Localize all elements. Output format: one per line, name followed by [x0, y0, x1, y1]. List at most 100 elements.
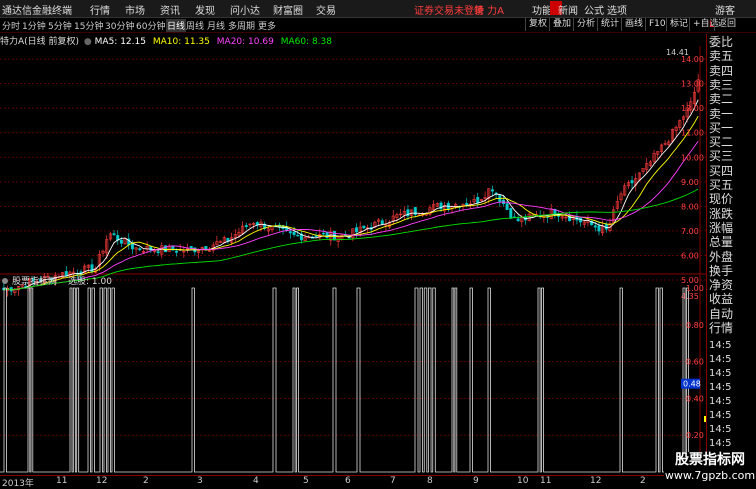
tab-intraday[interactable]: 分时 — [2, 19, 20, 32]
quote-label: 净资 — [709, 278, 734, 293]
candle-body — [630, 180, 634, 184]
menu-function[interactable]: 功能 — [532, 2, 552, 17]
quote-label[interactable]: 自动 — [709, 307, 733, 321]
high-price-label: 14.41 — [666, 48, 689, 57]
indicator-value: 选股: 1.00 — [68, 275, 112, 287]
indicator-panel — [0, 287, 700, 473]
quote-label: 换手 — [709, 263, 734, 278]
candle-body — [465, 203, 469, 206]
tick-time: 14:5 — [709, 396, 732, 407]
app-title: 通达信金融终端 — [2, 6, 72, 17]
analyze-button[interactable]: 分析 — [573, 18, 598, 31]
quote-label: 买五 — [709, 178, 734, 192]
tab-multi-period[interactable]: 多周期 — [228, 19, 255, 32]
candle-body — [156, 251, 160, 254]
watermark-title: 股票指标网 — [675, 452, 745, 468]
quote-label: 买二 — [709, 135, 734, 150]
overlay-button[interactable]: 叠加 — [549, 18, 574, 31]
price-tick: 8.00 — [681, 202, 699, 211]
quote-side-panel: 委比 卖五 卖四 卖三 卖二 卖一 买一 买二 买三 买四 买五 现价 涨跌 涨幅 总量 外盘 换手 净资 收益 自动… — [706, 20, 756, 487]
time-tick: 12 — [96, 476, 108, 486]
quote-label: 外盘 — [709, 249, 734, 264]
tick-time: 14:5 — [709, 410, 732, 421]
stock-name: 特 力A — [474, 6, 505, 17]
candle-body — [314, 235, 318, 238]
indicator-tick: 0.40 — [686, 394, 704, 403]
indicator-tick: 1.00 — [686, 284, 704, 293]
indicator-tick: 0.60 — [686, 358, 704, 367]
quote-label: 卖三 — [709, 77, 734, 92]
quote-label: 卖四 — [709, 63, 734, 78]
candle-body — [321, 232, 325, 235]
indicator-current-value: 0.48 — [683, 380, 701, 389]
tab-15min[interactable]: 15分钟 — [74, 19, 103, 32]
price-tick: 11.00 — [681, 129, 704, 138]
candle-body — [325, 231, 329, 239]
candle-body — [355, 227, 359, 233]
indicator-tick: 0.80 — [686, 321, 704, 330]
candle-body — [380, 220, 384, 225]
menu-quotes[interactable]: 行情 — [90, 2, 110, 17]
quote-label: 涨幅 — [709, 220, 734, 235]
draw-line-button[interactable]: 画线 — [621, 18, 646, 31]
indicator-tick: 0.20 — [686, 431, 704, 440]
time-axis: 2013年11122345678910111223 — [0, 475, 706, 489]
mark-button[interactable]: 标记 — [666, 18, 691, 31]
price-tick: 7.00 — [681, 227, 699, 236]
restore-rights-button[interactable]: 复权 — [525, 18, 550, 31]
candle-body — [490, 189, 494, 192]
tab-1min[interactable]: 1分钟 — [22, 19, 46, 32]
price-tick: 13.00 — [681, 80, 704, 89]
tab-30min[interactable]: 30分钟 — [105, 19, 134, 32]
candle-body — [175, 250, 179, 253]
period-toolbar: 分时 1分钟 5分钟 15分钟 30分钟 60分钟 日线 周线 月线 多周期 更… — [0, 18, 756, 33]
tick-time: 14:5 — [709, 382, 732, 393]
indicator-settings-icon[interactable] — [2, 278, 8, 284]
menu-options[interactable]: 选项 — [607, 2, 627, 17]
indicator-title: 股票指标网 — [12, 275, 57, 287]
time-tick: 7 — [390, 476, 396, 486]
menu-trade[interactable]: 交易 — [316, 2, 336, 17]
tab-60min[interactable]: 60分钟 — [136, 19, 165, 32]
menu-formula[interactable]: 公式 — [584, 2, 604, 17]
menu-market[interactable]: 市场 — [125, 2, 145, 17]
menu-wenxiaoda[interactable]: 问小达 — [230, 2, 260, 17]
tab-more[interactable]: 更多 — [258, 19, 276, 32]
tab-weekly[interactable]: 周线 — [186, 19, 204, 32]
menu-discover[interactable]: 发现 — [195, 2, 215, 17]
menu-news[interactable]: 资讯 — [160, 2, 180, 17]
user-label[interactable]: 游客 — [715, 2, 735, 17]
quote-label: 卖一 — [709, 106, 734, 121]
price-tick: 9.00 — [681, 178, 699, 187]
tick-time: 14:5 — [709, 354, 732, 365]
moving-average-lines — [3, 99, 699, 291]
back-button[interactable]: 返回 — [714, 18, 739, 31]
tab-daily[interactable]: 日线 — [166, 19, 187, 32]
menu-wealth[interactable]: 财富圈 — [273, 2, 303, 17]
candle-body — [593, 225, 597, 228]
kline-chart[interactable]: 14.0013.0012.0011.0010.009.008.007.006.0… — [0, 46, 706, 475]
quote-label[interactable]: 行情 — [709, 322, 733, 335]
tick-time: 14:5 — [709, 340, 732, 351]
time-tick: 10 — [517, 476, 529, 486]
candle-body — [509, 208, 513, 219]
tab-5min[interactable]: 5分钟 — [48, 19, 72, 32]
quote-label: 收益 — [709, 292, 734, 307]
time-tick: 2 — [143, 476, 149, 486]
watermark: 股票指标网 www.7gpzb.com — [664, 452, 756, 487]
candle-body — [296, 234, 300, 237]
quote-label: 涨跌 — [709, 206, 734, 221]
price-tick: 10.00 — [681, 153, 704, 162]
menu-news-2[interactable]: 新闻 — [558, 2, 578, 17]
statistics-button[interactable]: 统计 — [597, 18, 622, 31]
candle-body — [505, 203, 509, 210]
candle-body — [597, 225, 601, 232]
candle-body — [288, 231, 292, 234]
ma20-line — [3, 140, 699, 291]
tick-time: 14:5 — [709, 368, 732, 379]
candle-body — [119, 239, 123, 244]
ma-legend: 特力A(日线 前复权) ● MA5: 12.15 MA10: 11.35 MA2… — [0, 34, 332, 47]
tab-monthly[interactable]: 月线 — [207, 19, 225, 32]
tick-time: 14:5 — [709, 438, 732, 449]
price-tick: 12.00 — [681, 104, 704, 113]
